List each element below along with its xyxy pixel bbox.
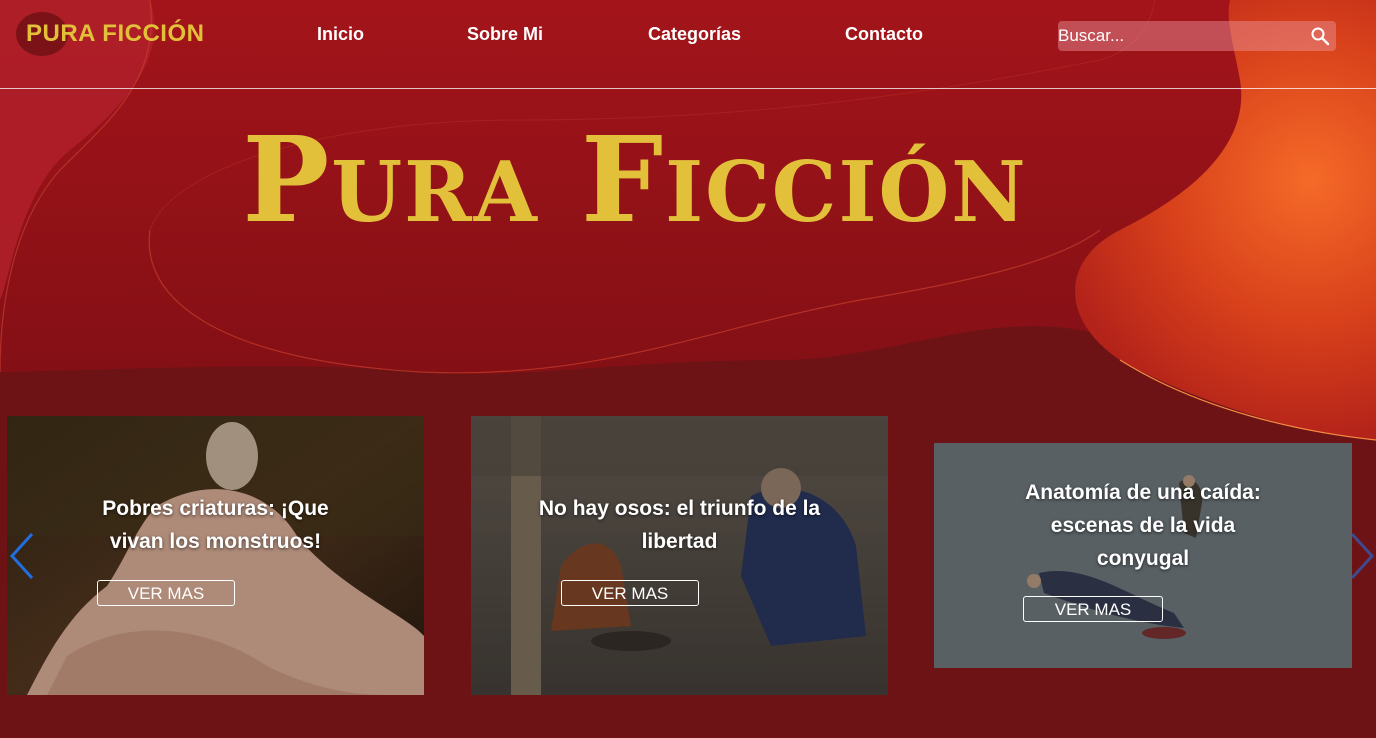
nav-link-inicio[interactable]: Inicio <box>317 24 364 45</box>
card-title: Pobres criaturas: ¡Que vivan los monstru… <box>102 497 329 553</box>
card-title: Anatomía de una caída: escenas de la vid… <box>1025 481 1261 570</box>
card-title: No hay osos: el triunfo de la libertad <box>538 497 821 553</box>
movie-card-no-hay-osos[interactable]: No hay osos: el triunfo de la libertad V… <box>471 416 888 695</box>
chevron-right-icon[interactable] <box>1350 532 1376 580</box>
search-box <box>1058 21 1336 51</box>
nav-link-contacto[interactable]: Contacto <box>845 24 923 45</box>
logo-text: PURA FICCIÓN <box>26 20 205 47</box>
top-navbar: PURA FICCIÓN Inicio Sobre Mi Categorías … <box>0 0 1376 89</box>
ver-mas-button[interactable]: VER MAS <box>561 580 699 606</box>
search-input[interactable] <box>1058 21 1298 51</box>
movie-card-anatomia-de-una-caida[interactable]: Anatomía de una caída: escenas de la vid… <box>934 443 1352 668</box>
movie-card-pobres-criaturas[interactable]: Pobres criaturas: ¡Que vivan los monstru… <box>7 416 424 695</box>
search-icon[interactable] <box>1310 26 1330 46</box>
hero-title: Pura Ficción <box>242 110 1028 249</box>
ver-mas-button[interactable]: VER MAS <box>1023 596 1163 622</box>
nav-link-categorias[interactable]: Categorías <box>648 24 741 45</box>
ver-mas-button[interactable]: VER MAS <box>97 580 235 606</box>
nav-link-sobre-mi[interactable]: Sobre Mi <box>467 24 543 45</box>
chevron-left-icon[interactable] <box>6 532 36 580</box>
site-logo[interactable]: PURA FICCIÓN <box>16 12 204 56</box>
